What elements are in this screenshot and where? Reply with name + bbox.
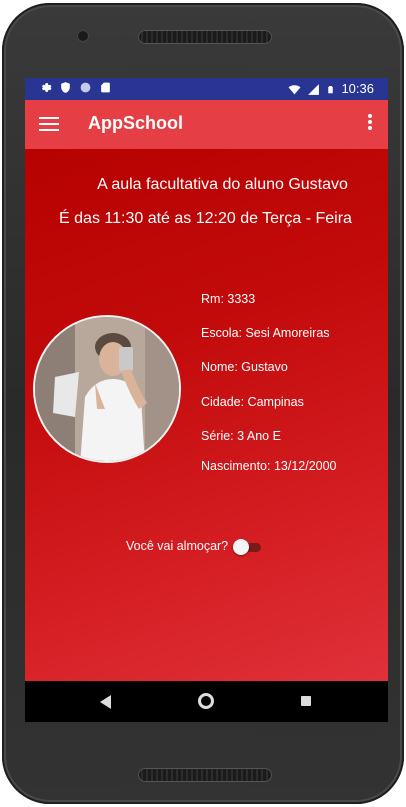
back-icon[interactable]	[100, 695, 112, 709]
class-schedule: É das 11:30 até as 12:20 de Terça - Feir…	[59, 210, 352, 227]
app-bar: AppSchool	[25, 100, 388, 149]
top-speaker	[138, 30, 272, 44]
navigation-bar	[25, 681, 388, 722]
circle-icon	[80, 82, 91, 93]
student-photo	[35, 317, 179, 461]
wifi-icon	[288, 84, 301, 94]
device-screen: 10:36 AppSchool A aula facultativa do al…	[25, 78, 388, 722]
sd-card-icon	[101, 82, 110, 93]
shield-icon	[61, 82, 70, 93]
recent-apps-icon[interactable]	[301, 696, 311, 706]
status-bar: 10:36	[25, 78, 388, 100]
student-birthdate: Nascimento: 13/12/2000	[201, 459, 337, 473]
signal-icon	[308, 83, 320, 95]
student-name: Nome: Gustavo	[201, 360, 288, 374]
class-headline: A aula facultativa do aluno Gustavo	[97, 176, 348, 193]
clock-time: 10:36	[341, 81, 374, 96]
main-content: A aula facultativa do aluno Gustavo É da…	[25, 149, 388, 722]
front-camera	[78, 31, 88, 41]
student-city: Cidade: Campinas	[201, 395, 304, 409]
home-icon[interactable]	[198, 693, 214, 709]
student-school: Escola: Sesi Amoreiras	[201, 326, 330, 340]
settings-icon	[41, 83, 52, 92]
lunch-toggle-switch[interactable]	[233, 539, 261, 555]
student-avatar	[33, 315, 181, 463]
switch-thumb	[233, 539, 249, 555]
student-grade: Série: 3 Ano E	[201, 429, 281, 443]
battery-icon	[328, 85, 334, 93]
more-vert-icon[interactable]	[366, 114, 374, 134]
hamburger-menu-icon[interactable]	[39, 114, 59, 134]
bottom-speaker	[138, 768, 272, 782]
app-title: AppSchool	[88, 113, 183, 133]
lunch-question-label: Você vai almoçar?	[126, 539, 229, 553]
student-rm: Rm: 3333	[201, 292, 256, 306]
